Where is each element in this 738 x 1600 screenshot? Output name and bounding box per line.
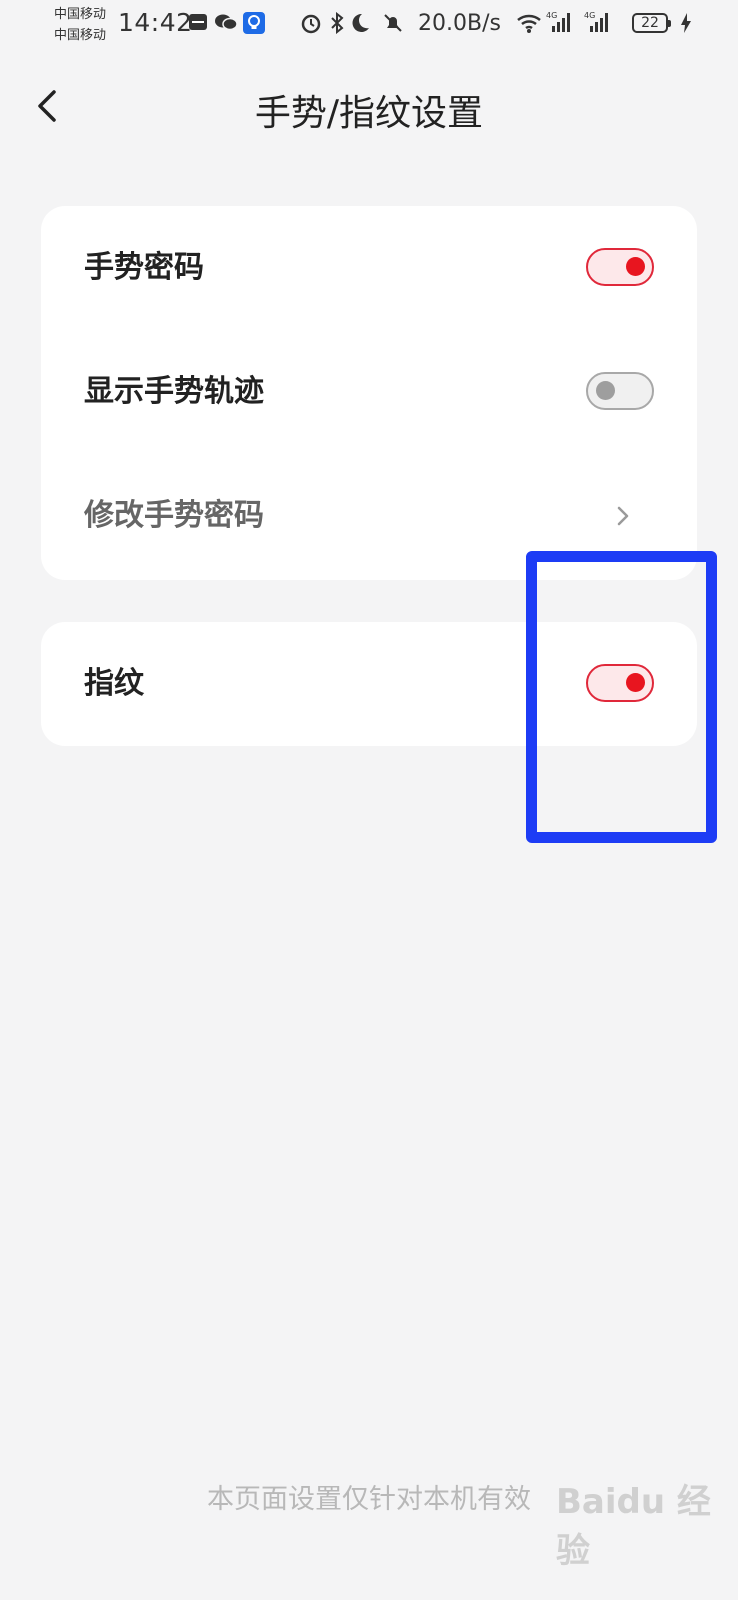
gesture-password-row[interactable]: 手势密码: [41, 206, 697, 330]
alarm-icon: [301, 14, 321, 34]
show-gesture-trace-row[interactable]: 显示手势轨迹: [41, 330, 697, 454]
toggle-knob: [626, 257, 645, 276]
battery-icon: 22: [632, 13, 671, 33]
huawei-app-icon: [189, 14, 207, 30]
show-gesture-trace-label: 显示手势轨迹: [84, 374, 264, 409]
bulb-app-icon: [243, 12, 265, 34]
change-gesture-password-label: 修改手势密码: [84, 498, 264, 533]
status-bar: 中国移动 中国移动 14:42 20.0B/s 4G 4G 22: [0, 0, 738, 50]
signal-icon: 4G: [546, 11, 570, 32]
wechat-icon: [215, 14, 238, 31]
chevron-right-icon: [617, 506, 629, 526]
baidu-watermark: Baidu 经验: [556, 1482, 711, 1571]
battery-level: 22: [641, 15, 659, 31]
carrier-2: 中国移动: [54, 28, 107, 43]
network-type-2: 4G: [584, 11, 595, 20]
net-speed: 20.0B/s: [418, 11, 501, 36]
status-time: 14:42: [118, 8, 193, 37]
toggle-knob: [596, 381, 615, 400]
carrier-1: 中国移动: [54, 7, 107, 22]
carrier-info: 中国移动 中国移动: [54, 4, 106, 46]
highlight-annotation: [526, 551, 717, 843]
show-gesture-trace-toggle[interactable]: [586, 372, 654, 410]
fingerprint-label: 指纹: [84, 666, 144, 701]
gesture-password-label: 手势密码: [84, 250, 204, 285]
network-type-1: 4G: [546, 11, 557, 20]
charging-icon: [681, 13, 691, 33]
bluetooth-icon: [331, 12, 344, 34]
mute-bell-icon: [384, 14, 402, 32]
wifi-icon: [517, 14, 541, 33]
page-title: 手势/指纹设置: [254, 93, 484, 134]
gesture-password-toggle[interactable]: [586, 248, 654, 286]
moon-icon: [352, 13, 369, 32]
signal-icon: 4G: [584, 11, 608, 32]
gesture-settings-card: 手势密码 显示手势轨迹 修改手势密码: [41, 206, 697, 580]
